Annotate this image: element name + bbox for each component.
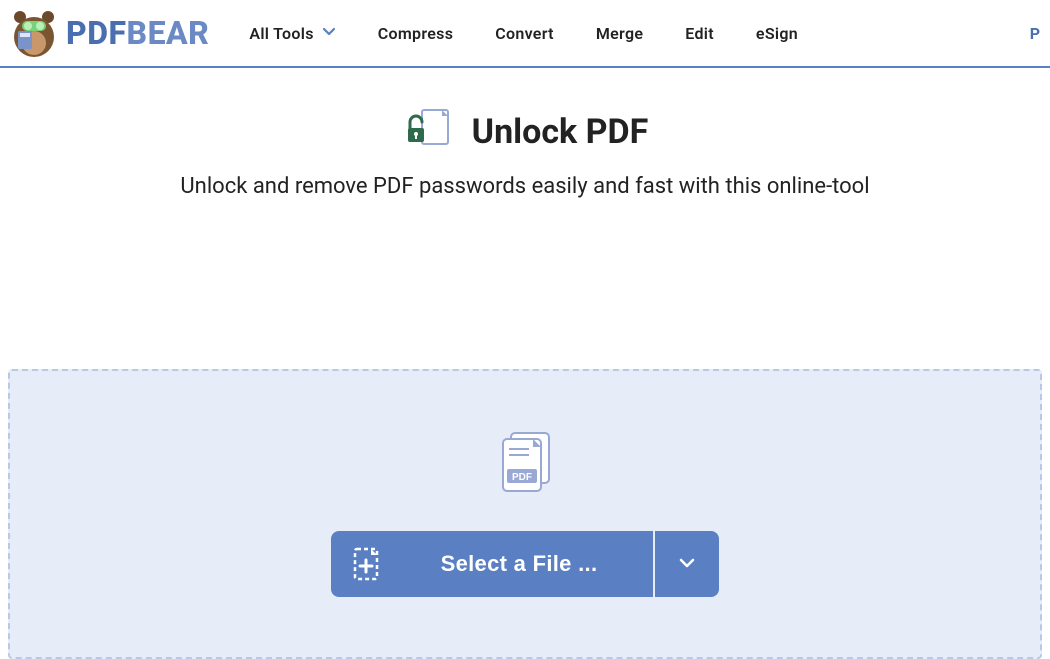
page-subtitle: Unlock and remove PDF passwords easily a… [20,174,1030,199]
page-title: Unlock PDF [472,112,649,152]
pdf-badge-text: PDF [512,472,532,483]
add-file-icon [353,547,381,581]
primary-nav: All Tools Compress Convert Merge Edit eS… [249,24,1029,43]
brand-wordmark: PDFBEAR [66,14,209,52]
nav-edit[interactable]: Edit [685,24,714,43]
nav-compress[interactable]: Compress [378,24,454,43]
nav-esign[interactable]: eSign [756,24,798,43]
nav-all-tools[interactable]: All Tools [249,24,335,43]
hero-title-row: Unlock PDF [402,104,649,160]
select-file-group: Select a File ... [331,531,720,597]
top-nav: PDFBEAR All Tools Compress Convert Merge… [0,0,1050,68]
file-drop-zone[interactable]: PDF Select a File ... [8,369,1042,659]
hero-section: Unlock PDF Unlock and remove PDF passwor… [0,68,1050,199]
right-truncated-link[interactable]: P [1030,24,1042,43]
nav-all-tools-label: All Tools [249,24,313,43]
unlock-pdf-icon [402,104,454,160]
select-file-button[interactable]: Select a File ... [331,531,654,597]
select-file-dropdown[interactable] [655,531,719,597]
brand-logo[interactable]: PDFBEAR [8,7,209,59]
chevron-down-icon [322,24,336,43]
nav-merge[interactable]: Merge [596,24,643,43]
bear-mascot-icon [8,7,60,59]
chevron-down-icon [677,553,697,576]
select-file-label: Select a File ... [441,551,598,577]
pdf-stack-icon: PDF [489,427,561,503]
nav-convert[interactable]: Convert [495,24,554,43]
